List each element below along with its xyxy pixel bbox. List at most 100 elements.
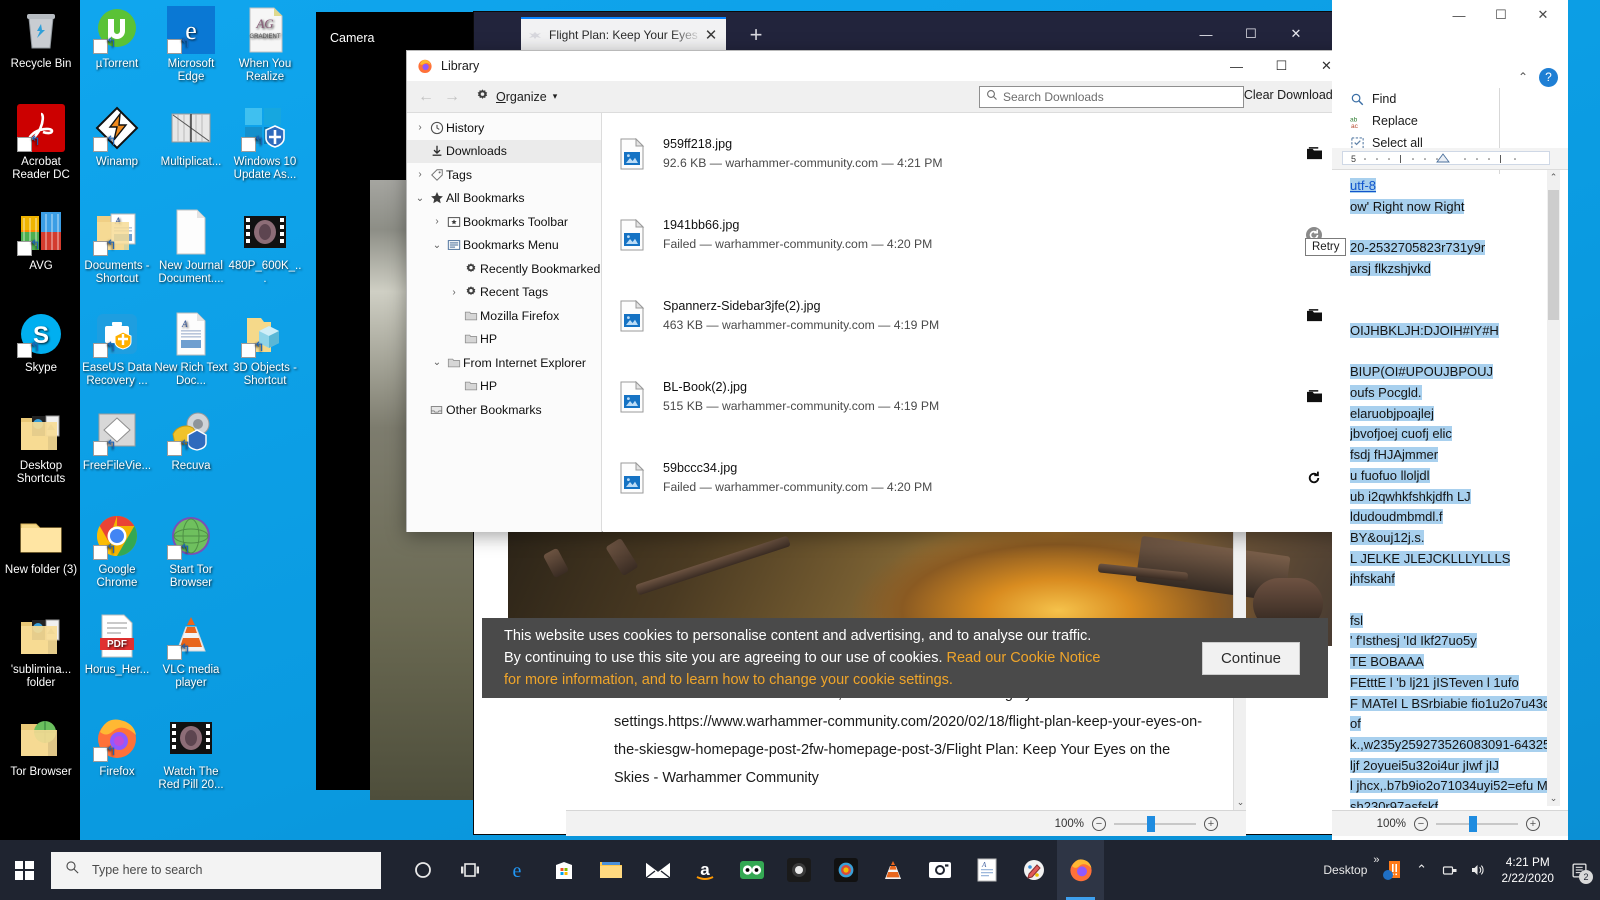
library-tree-item-bookmarks-toolbar[interactable]: › Bookmarks Toolbar — [407, 210, 601, 234]
download-item[interactable]: 59bccc34.jpg Failed — warhammer-community… — [603, 437, 1336, 518]
forward-icon[interactable]: → — [439, 88, 465, 106]
browser-tab[interactable]: Flight Plan: Keep Your Eyes on t ✕ — [521, 17, 726, 50]
taskbar-camera-app-icon[interactable] — [916, 840, 963, 900]
zoom-out-button[interactable]: − — [1092, 816, 1106, 831]
library-tree-item-history[interactable]: › History — [407, 116, 601, 140]
zoom-in-button[interactable]: + — [1204, 816, 1218, 831]
firefox-library-window[interactable]: Library — ☐ ✕ ← → Organize ▾ Clear Downl… — [406, 50, 1350, 532]
volume-icon[interactable] — [1464, 840, 1492, 900]
library-tree-item-recently-bookmarked[interactable]: Recently Bookmarked — [407, 257, 601, 281]
notification-center-icon[interactable]: 2 — [1564, 840, 1594, 900]
library-tree-item-all-bookmarks[interactable]: ⌄ All Bookmarks — [407, 187, 601, 211]
replace-button[interactable]: ab ac Replace — [1350, 110, 1499, 132]
desktop-icon-google-chrome[interactable]: Google Chrome — [80, 512, 154, 590]
help-icon[interactable]: ? — [1539, 68, 1558, 87]
taskbar-microsoft-edge-icon[interactable]: e — [493, 840, 540, 900]
desktop-icon-recuva[interactable]: Recuva — [154, 408, 228, 473]
taskbar-paint-icon[interactable] — [1010, 840, 1057, 900]
desktop-icon-microsoft-edge[interactable]: e Microsoft Edge — [154, 6, 228, 84]
maximize-button[interactable]: ☐ — [1229, 18, 1273, 50]
word-scrollbar-thumb[interactable] — [1548, 190, 1559, 320]
open-folder-icon[interactable] — [1292, 389, 1336, 404]
desktop-icon-new-rich-text-doc[interactable]: A New Rich Text Doc... — [154, 310, 228, 388]
library-tree-item-bookmarks-menu[interactable]: ⌄ Bookmarks Menu — [407, 234, 601, 258]
desktop-icon-sublimina-folder[interactable]: 'sublimina... folder — [4, 612, 78, 690]
library-tree-item-other-bookmarks[interactable]: Other Bookmarks — [407, 398, 601, 422]
desktop-icon-480p-600k[interactable]: 480P_600K_... — [228, 208, 302, 286]
zoom-control-browser[interactable]: 100% − + — [1055, 815, 1246, 832]
collapse-ribbon-icon[interactable]: ⌃ — [1518, 70, 1528, 84]
library-tree-item-recent-tags[interactable]: › Recent Tags — [407, 281, 601, 305]
tray-desktop-label[interactable]: Desktop — [1317, 863, 1373, 877]
close-icon[interactable]: ✕ — [702, 26, 720, 44]
desktop-icon-freefilevie[interactable]: FreeFileVie... — [80, 408, 154, 473]
word-document-window[interactable]: — ☐ ✕ ⌃ ? Find ab ac Replace Select all … — [1332, 0, 1568, 840]
organize-button[interactable]: Organize ▾ — [475, 88, 557, 106]
taskbar-mail-icon[interactable] — [634, 840, 681, 900]
desktop-icon-multiplicat[interactable]: Multiplicat... — [154, 104, 228, 169]
library-minimize-button[interactable]: — — [1214, 51, 1259, 81]
cookie-notice-link[interactable]: Read our Cookie Notice — [947, 650, 1101, 666]
library-title-bar[interactable]: Library — ☐ ✕ — [407, 51, 1349, 81]
new-tab-button[interactable]: + — [744, 24, 768, 48]
word-zoom-in-button[interactable]: + — [1526, 816, 1540, 831]
word-scroll-down-icon[interactable]: ⌄ — [1547, 793, 1560, 804]
taskbar-tripadvisor-icon[interactable] — [728, 840, 775, 900]
word-scroll-up-icon[interactable]: ⌃ — [1547, 172, 1560, 183]
chevron-down-icon[interactable]: ⌄ — [430, 357, 444, 368]
desktop-icon-torrent[interactable]: µTorrent — [80, 6, 154, 71]
zoom-control-word[interactable]: 100% − + — [1377, 815, 1568, 832]
scroll-down-icon[interactable]: ⌄ — [1234, 797, 1247, 808]
desktop-icon-winamp[interactable]: Winamp — [80, 104, 154, 169]
taskbar-microsoft-store-icon[interactable] — [540, 840, 587, 900]
taskbar-amazon-icon[interactable]: a — [681, 840, 728, 900]
desktop-icon-watch-the-red-pill-20[interactable]: Watch The Red Pill 20... — [154, 714, 228, 792]
desktop-icon-vlc-media-player[interactable]: VLC media player — [154, 612, 228, 690]
desktop-icon-new-journal-document[interactable]: New Journal Document.... — [154, 208, 228, 286]
zoom-slider-thumb[interactable] — [1146, 815, 1155, 832]
chevron-right-icon[interactable]: › — [430, 216, 444, 227]
taskbar-firefox-taskbar-icon[interactable] — [1057, 840, 1104, 900]
library-tree-item-hp[interactable]: HP — [407, 328, 601, 352]
retry-icon[interactable] — [1292, 469, 1336, 487]
word-document-link[interactable]: utf-8 — [1350, 178, 1377, 193]
chevron-down-icon[interactable]: ⌄ — [413, 193, 427, 204]
desktop-icon-recycle-bin[interactable]: Recycle Bin — [4, 6, 78, 71]
desktop-icon-3d-objects-shortcut[interactable]: 3D Objects - Shortcut — [228, 310, 302, 388]
download-item[interactable]: Stormcast-Dec17-Sidebar2kjgre.jpg133 KB … — [603, 518, 1336, 532]
avg-tray-icon[interactable] — [1380, 840, 1408, 900]
taskbar-vlc-taskbar-icon[interactable] — [869, 840, 916, 900]
word-maximize-button[interactable]: ☐ — [1480, 0, 1522, 30]
download-item[interactable]: 1941bb66.jpg Failed — warhammer-community… — [603, 194, 1336, 275]
chevron-right-icon[interactable]: › — [413, 122, 427, 133]
chevron-right-icon[interactable]: › — [447, 287, 461, 298]
search-input[interactable] — [1003, 90, 1233, 104]
minimize-button[interactable]: — — [1184, 18, 1228, 50]
word-zoom-slider[interactable] — [1436, 815, 1518, 832]
chevron-up-icon[interactable]: ⌃ — [1408, 840, 1436, 900]
desktop-icon-start-tor-browser[interactable]: Start Tor Browser — [154, 512, 228, 590]
desktop-icon-documents-shortcut[interactable]: A Documents - Shortcut — [80, 208, 154, 286]
search-box[interactable] — [979, 86, 1244, 108]
desktop-icon-when-you-realize[interactable]: AG GRADIENT When You Realize — [228, 6, 302, 84]
open-folder-icon[interactable] — [1292, 308, 1336, 323]
chevron-right-icon[interactable]: › — [413, 169, 427, 180]
word-zoom-slider-thumb[interactable] — [1468, 815, 1477, 832]
library-tree-item-downloads[interactable]: Downloads — [407, 139, 601, 163]
clear-downloads-button[interactable]: Clear Downloads — [1244, 88, 1339, 102]
desktop-icon-tor-browser[interactable]: Tor Browser — [4, 714, 78, 779]
taskbar-task-view-icon[interactable] — [446, 840, 493, 900]
desktop-icon-horus-her[interactable]: PDF Horus_Her... — [80, 612, 154, 677]
open-folder-icon[interactable] — [1292, 146, 1336, 161]
library-tree-item-hp[interactable]: HP — [407, 375, 601, 399]
chevron-down-icon[interactable]: ⌄ — [430, 240, 444, 251]
library-tree-item-from-internet-explorer[interactable]: ⌄ From Internet Explorer — [407, 351, 601, 375]
desktop-icon-avg[interactable]: AVG — [4, 208, 78, 273]
network-icon[interactable] — [1436, 840, 1464, 900]
desktop-icon-easeus-data-recovery[interactable]: EaseUS Data Recovery ... — [80, 310, 154, 388]
library-tree-item-mozilla-firefox[interactable]: Mozilla Firefox — [407, 304, 601, 328]
desktop-icon-acrobat-reader-dc[interactable]: Acrobat Reader DC — [4, 104, 78, 182]
taskbar-search-box[interactable]: Type here to search — [51, 851, 381, 889]
word-close-button[interactable]: ✕ — [1522, 0, 1564, 30]
taskbar-color-wheel-icon[interactable] — [822, 840, 869, 900]
